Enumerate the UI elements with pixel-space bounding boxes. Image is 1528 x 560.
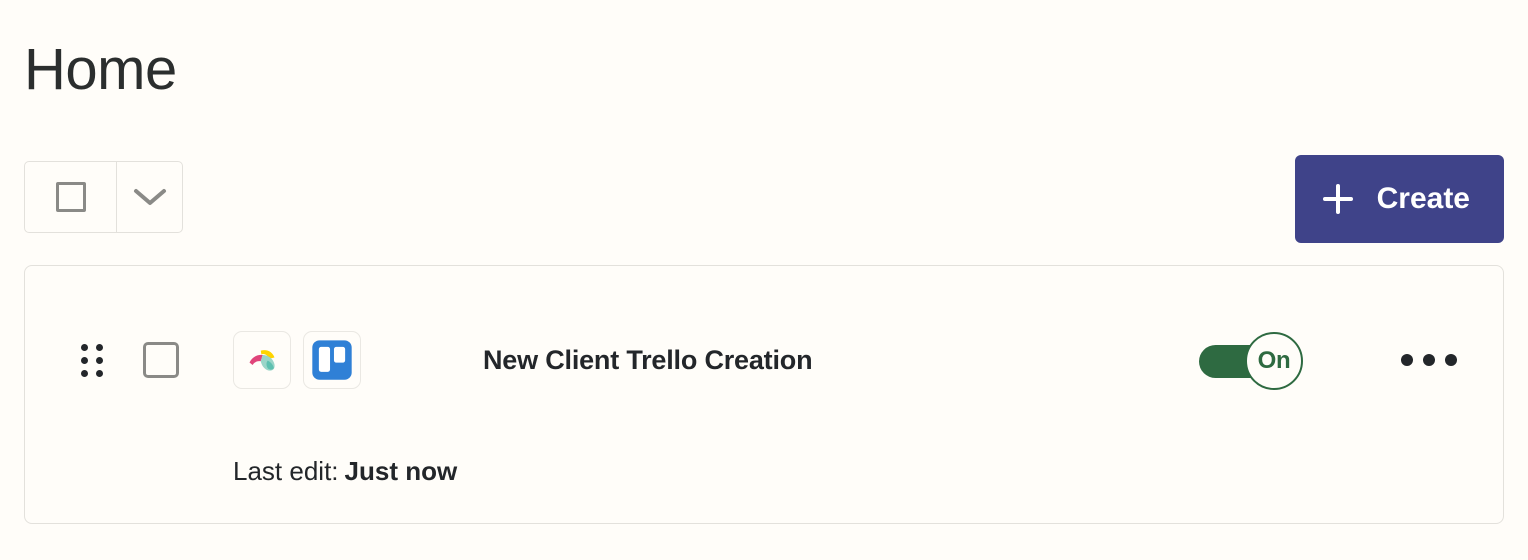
workflow-name: New Client Trello Creation bbox=[483, 344, 813, 375]
home-page: Home Create New Client Trello Creation O… bbox=[0, 0, 1528, 560]
workflow-app-icons bbox=[233, 331, 361, 389]
last-edit-value: Just now bbox=[344, 456, 458, 486]
plus-icon bbox=[1322, 184, 1353, 214]
drag-handle[interactable] bbox=[81, 343, 103, 377]
trello-icon bbox=[312, 340, 352, 380]
toggle-knob: On bbox=[1245, 332, 1303, 390]
drag-handle-dots-icon bbox=[81, 343, 103, 377]
workflow-checkbox[interactable] bbox=[143, 342, 179, 378]
select-all-control[interactable] bbox=[24, 161, 183, 233]
select-all-checkbox[interactable] bbox=[25, 162, 116, 232]
workflow-overflow-menu-button[interactable] bbox=[1399, 340, 1459, 380]
trello-icon-tile[interactable] bbox=[303, 331, 361, 389]
more-horizontal-icon bbox=[1445, 354, 1457, 366]
create-button[interactable]: Create bbox=[1294, 155, 1504, 243]
page-title: Home bbox=[24, 37, 177, 102]
empty-square-icon bbox=[55, 182, 86, 212]
more-horizontal-icon bbox=[1423, 354, 1435, 366]
last-edit-label: Last edit: bbox=[233, 456, 339, 486]
select-all-dropdown-button[interactable] bbox=[116, 162, 182, 232]
more-horizontal-icon bbox=[1401, 354, 1413, 366]
workflow-card: New Client Trello Creation On Last edit:… bbox=[24, 265, 1504, 524]
workflow-enabled-toggle[interactable]: On bbox=[1199, 332, 1303, 390]
chevron-down-icon bbox=[133, 189, 166, 205]
workflow-last-edit: Last edit: Just now bbox=[233, 456, 457, 487]
create-button-label: Create bbox=[1376, 182, 1470, 215]
jotform-icon-tile[interactable] bbox=[233, 331, 291, 389]
jotform-icon bbox=[249, 350, 275, 371]
workflow-row: New Client Trello Creation On bbox=[25, 266, 1503, 454]
